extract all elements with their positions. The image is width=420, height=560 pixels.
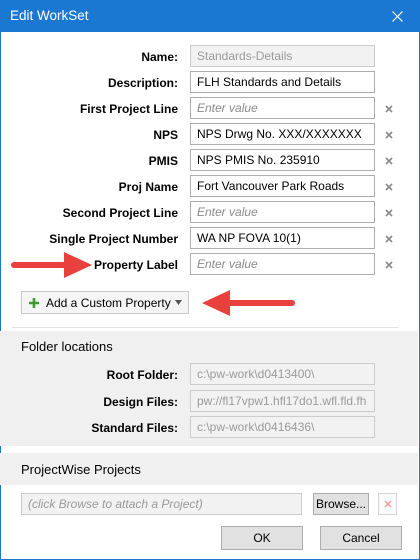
description-field[interactable]: FLH Standards and Details [190,71,375,93]
field-label-name: Name: [141,50,178,64]
standard-files-label: Standard Files: [91,421,178,435]
clear-second-project-line-icon[interactable] [384,208,394,218]
ok-button[interactable]: OK [221,526,303,550]
divider [12,327,398,328]
name-field[interactable]: Standards-Details [190,45,375,67]
field-label-property-label: Property Label [93,258,178,272]
window-title: Edit WorkSet [10,8,89,23]
field-label-second-project-line: Second Project Line [62,206,178,220]
root-folder-field[interactable]: c:\pw-work\d0413400\ [190,363,375,385]
add-custom-property-button[interactable]: Add a Custom Property [21,291,189,314]
projectwise-projects-section: ProjectWise Projects [0,453,418,485]
cancel-button[interactable]: Cancel [320,526,402,550]
standard-files-field[interactable]: c:\pw-work\d0416436\ [190,416,375,438]
remove-icon [383,500,392,508]
proj-name-field[interactable]: Fort Vancouver Park Roads [190,175,375,197]
property-label-field[interactable]: Enter value [190,253,375,275]
clear-proj-name-icon[interactable] [384,182,394,192]
nps-field[interactable]: NPS Drwg No. XXX/XXXXXXX [190,123,375,145]
clear-nps-icon[interactable] [384,130,394,140]
plus-icon [29,297,39,308]
field-label-first-project-line: First Project Line [79,102,178,116]
project-attach-field[interactable]: (click Browse to attach a Project) [21,493,302,515]
first-project-line-field[interactable]: Enter value [190,97,375,119]
projectwise-projects-header: ProjectWise Projects [21,462,141,477]
design-files-field[interactable]: pw://fl17vpw1.hfl17do1.wfl.fld.fh [190,390,375,412]
clear-pmis-icon[interactable] [384,156,394,166]
annotation-arrow-icon [11,252,92,278]
pmis-field[interactable]: NPS PMIS No. 235910 [190,149,375,171]
second-project-line-field[interactable]: Enter value [190,201,375,223]
annotation-arrow-icon [202,290,295,316]
folder-locations-header: Folder locations [21,339,113,354]
clear-first-project-line-icon[interactable] [384,104,394,114]
field-label-pmis: PMIS [148,154,178,168]
remove-project-button[interactable] [378,493,397,515]
field-label-single-project-number: Single Project Number [49,232,178,246]
design-files-label: Design Files: [103,395,178,409]
clear-property-label-icon[interactable] [384,260,394,270]
add-custom-property-label: Add a Custom Property [46,295,171,310]
close-icon [391,10,403,22]
field-label-proj-name: Proj Name [118,180,178,194]
field-label-nps: NPS [153,128,178,142]
title-bar: Edit WorkSet [0,0,420,32]
field-label-description: Description: [107,76,178,90]
close-button[interactable] [374,0,420,32]
root-folder-label: Root Folder: [106,368,178,382]
chevron-down-icon [175,300,182,305]
browse-button[interactable]: Browse... [313,493,369,515]
single-project-number-field[interactable]: WA NP FOVA 10(1) [190,227,375,249]
clear-single-project-number-icon[interactable] [384,234,394,244]
